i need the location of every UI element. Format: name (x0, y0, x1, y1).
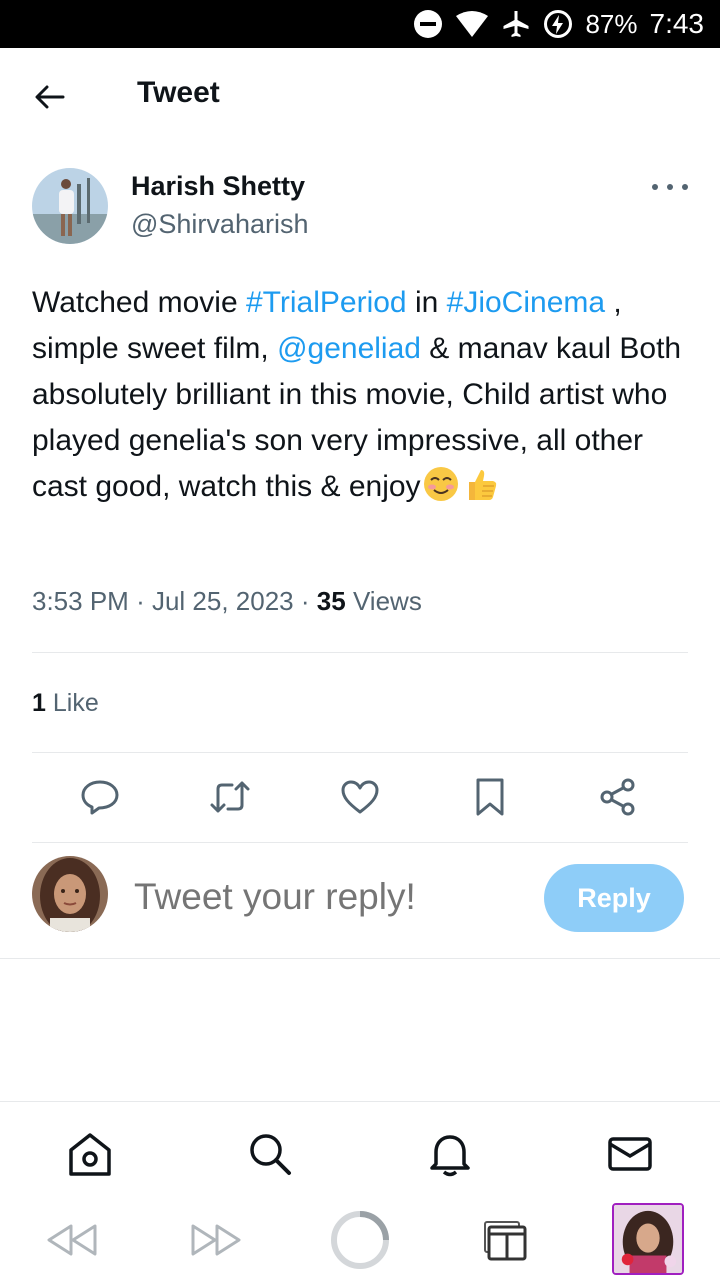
tweet-text-segment: Watched movie (32, 286, 246, 319)
back-icon (47, 1224, 97, 1256)
author-name[interactable]: Harish Shetty (131, 171, 305, 202)
nav-search[interactable] (246, 1130, 294, 1178)
status-bar: 87% 7:43 (0, 0, 720, 48)
smiling-face-icon (421, 464, 461, 518)
divider (32, 652, 688, 653)
arrow-left-icon (35, 85, 65, 109)
likes-summary[interactable]: 1 Like (32, 689, 99, 718)
clock: 7:43 (649, 8, 705, 39)
tweet-text-segment: in (406, 286, 447, 319)
tweet-text: Watched movie #TrialPeriod in #JioCinema… (32, 280, 692, 518)
retweet-icon (210, 781, 250, 813)
author-avatar[interactable] (32, 168, 108, 244)
bookmark-button[interactable] (467, 774, 513, 820)
nav-messages[interactable] (606, 1130, 654, 1178)
airplane-icon (503, 11, 529, 37)
retweet-button[interactable] (207, 774, 253, 820)
forward-icon (191, 1224, 241, 1256)
user-avatar[interactable] (32, 856, 108, 932)
likes-label: Like (52, 689, 99, 717)
likes-count: 1 (32, 689, 46, 717)
share-icon (600, 778, 635, 816)
views-label: Views (352, 586, 422, 616)
views-count: 35 (316, 586, 346, 616)
bookmark-icon (476, 778, 504, 816)
loading-icon (331, 1211, 389, 1269)
home-icon (69, 1133, 111, 1176)
nav-notifications[interactable] (426, 1130, 474, 1178)
reply-submit-button[interactable]: Reply (544, 864, 684, 932)
more-dot (652, 184, 658, 190)
reply-input[interactable] (134, 872, 524, 922)
browser-tabs-button[interactable] (476, 1209, 532, 1271)
divider (32, 842, 688, 843)
back-button[interactable] (30, 80, 70, 114)
like-button[interactable] (337, 774, 383, 820)
battery-charging-icon (544, 10, 573, 38)
messages-icon (608, 1137, 652, 1171)
tweet-meta: 3:53 PM · Jul 25, 2023 · 35 Views (32, 586, 422, 617)
notifications-icon (430, 1135, 470, 1177)
divider (32, 752, 688, 753)
tweet-time: 3:53 PM (32, 586, 129, 616)
mention-link[interactable]: @geneliad (277, 332, 421, 365)
tabs-icon (484, 1221, 527, 1261)
thumbs-up-icon (461, 464, 501, 518)
share-button[interactable] (595, 774, 641, 820)
bottom-navigation (0, 1101, 720, 1199)
tweet-actions (32, 774, 688, 824)
more-dot (682, 184, 688, 190)
top-bar: Tweet (0, 48, 720, 146)
browser-reload-button[interactable] (328, 1209, 392, 1271)
page-title: Tweet (137, 76, 220, 109)
wifi-icon (456, 11, 489, 37)
hashtag-link[interactable]: #TrialPeriod (246, 286, 407, 319)
browser-toolbar (0, 1199, 720, 1280)
reply-icon (81, 780, 119, 815)
browser-back-button[interactable] (44, 1209, 100, 1271)
tweet-date: Jul 25, 2023 (151, 586, 294, 616)
hashtag-link[interactable]: #JioCinema (447, 286, 605, 319)
author-handle[interactable]: @Shirvaharish (131, 209, 308, 240)
more-options-button[interactable] (652, 178, 688, 196)
do-not-disturb-icon (414, 10, 443, 38)
meta-separator: · (300, 586, 310, 616)
browser-forward-button[interactable] (188, 1209, 244, 1271)
like-icon (341, 780, 379, 814)
more-dot (667, 184, 673, 190)
nav-home[interactable] (66, 1130, 114, 1178)
divider (0, 958, 720, 959)
battery-percent: 87% (585, 8, 638, 39)
reply-button[interactable] (77, 774, 123, 820)
profile-thumbnail[interactable] (612, 1203, 684, 1275)
search-icon (250, 1134, 291, 1175)
meta-separator: · (136, 586, 145, 616)
